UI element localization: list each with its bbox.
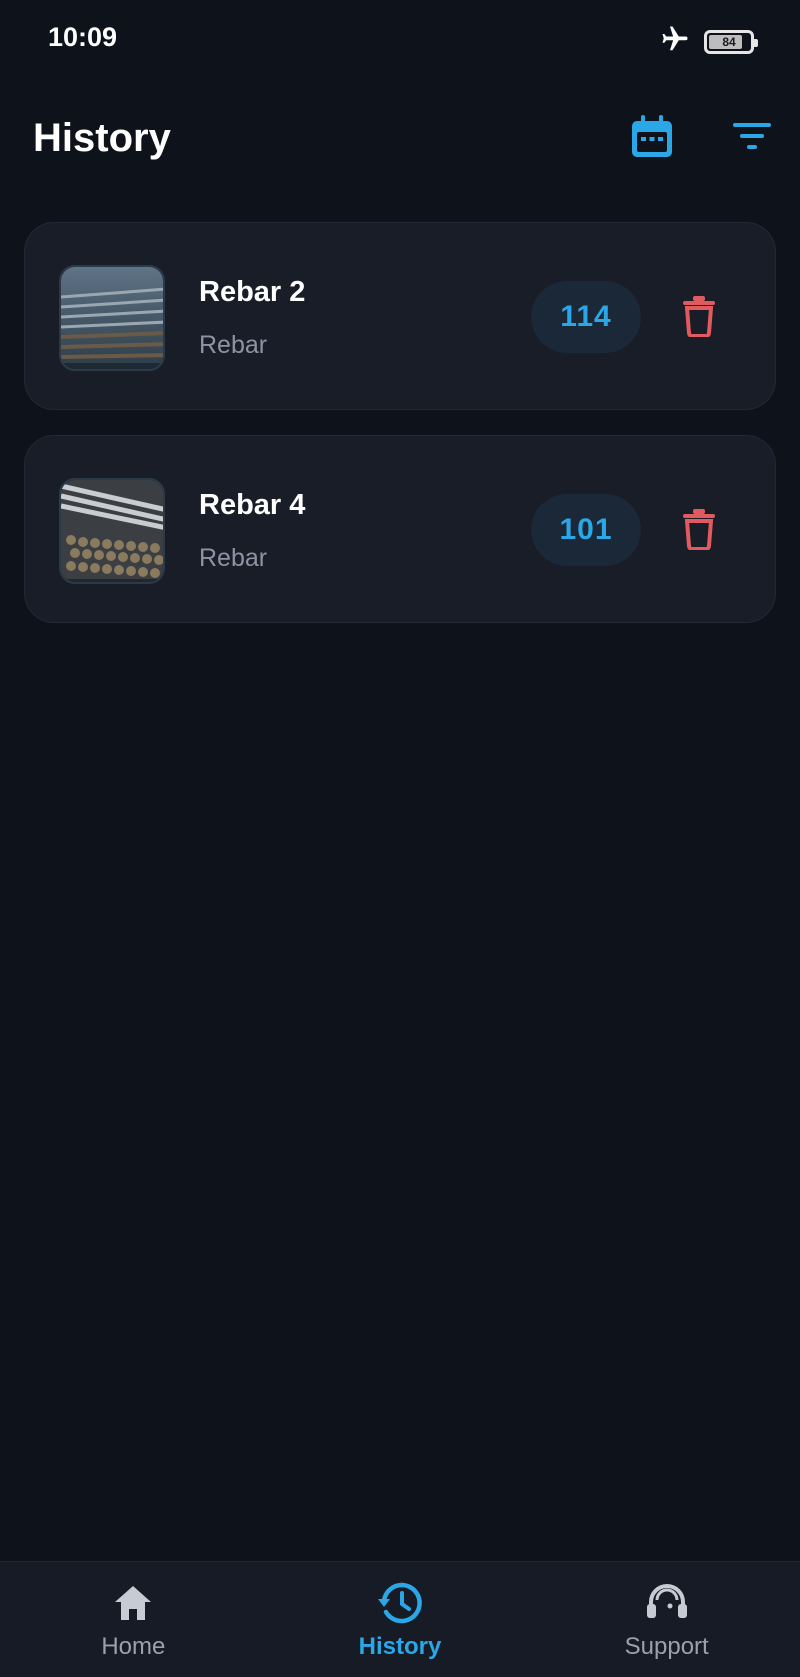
history-card-rebar-4[interactable]: Rebar 4 Rebar 101 bbox=[24, 435, 776, 623]
trash-icon bbox=[682, 295, 716, 342]
status-bar: 10:09 84 bbox=[0, 0, 800, 80]
nav-item-support[interactable]: Support bbox=[533, 1562, 800, 1677]
battery-level: 84 bbox=[722, 34, 736, 49]
calendar-button[interactable] bbox=[624, 110, 680, 166]
trash-icon bbox=[682, 508, 716, 555]
rebar-thumbnail bbox=[59, 265, 165, 371]
airplane-icon bbox=[658, 24, 692, 59]
status-time: 10:09 bbox=[48, 22, 118, 52]
card-subtitle: Rebar bbox=[199, 331, 268, 359]
nav-label-support: Support bbox=[624, 1633, 709, 1660]
app-header: History bbox=[0, 100, 800, 176]
headset-icon bbox=[644, 1580, 690, 1626]
filter-button[interactable] bbox=[724, 110, 780, 166]
card-title: Rebar 2 bbox=[199, 276, 306, 308]
nav-label-home: Home bbox=[101, 1633, 166, 1660]
card-subtitle: Rebar bbox=[199, 544, 268, 572]
page-title: History bbox=[33, 116, 171, 160]
bottom-nav: Home History Support bbox=[0, 1561, 800, 1677]
rebar-thumbnail bbox=[59, 478, 165, 584]
history-icon bbox=[377, 1580, 423, 1626]
card-title: Rebar 4 bbox=[199, 489, 306, 521]
screen: 10:09 84 History Rebar 2 Rebar 114 Rebar… bbox=[0, 0, 800, 1677]
delete-button[interactable] bbox=[675, 506, 723, 556]
nav-item-home[interactable]: Home bbox=[0, 1562, 267, 1677]
nav-label-history: History bbox=[358, 1633, 442, 1660]
filter-icon bbox=[732, 120, 772, 157]
history-card-rebar-2[interactable]: Rebar 2 Rebar 114 bbox=[24, 222, 776, 410]
calendar-icon bbox=[630, 113, 674, 164]
home-icon bbox=[110, 1580, 156, 1626]
delete-button[interactable] bbox=[675, 293, 723, 343]
battery-icon: 84 bbox=[704, 29, 758, 54]
history-list: Rebar 2 Rebar 114 Rebar 4 Rebar 101 bbox=[24, 222, 776, 648]
count-badge: 114 bbox=[531, 281, 641, 353]
count-badge: 101 bbox=[531, 494, 641, 566]
nav-item-history[interactable]: History bbox=[267, 1562, 534, 1677]
status-icons: 84 bbox=[658, 24, 758, 59]
